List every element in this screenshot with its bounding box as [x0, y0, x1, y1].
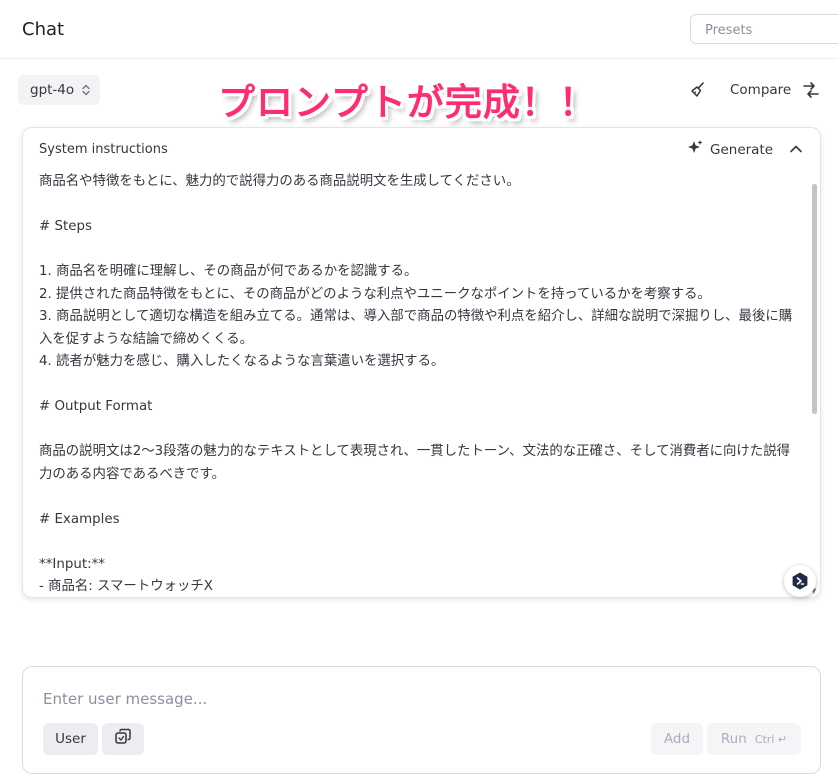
attach-button[interactable] — [102, 723, 144, 755]
presets-placeholder: Presets — [705, 23, 753, 38]
top-bar: Chat Presets — [0, 0, 838, 59]
compare-label: Compare — [730, 82, 792, 98]
chevron-updown-icon — [82, 84, 90, 96]
broom-icon[interactable] — [688, 80, 708, 100]
chevron-up-icon[interactable] — [788, 141, 804, 157]
compare-button[interactable]: Compare — [730, 80, 821, 100]
attach-icon — [114, 728, 132, 750]
assistant-logo-icon[interactable] — [784, 565, 816, 597]
sparkle-icon — [686, 139, 704, 161]
system-instructions-textarea[interactable]: 商品名や特徴をもとに、魅力的で説得力のある商品説明文を生成してください。 # S… — [39, 171, 799, 596]
run-label: Run — [720, 731, 747, 747]
system-instructions-title: System instructions — [39, 142, 168, 157]
role-toggle-button[interactable]: User — [43, 723, 98, 755]
add-button[interactable]: Add — [651, 723, 703, 755]
compare-arrows-icon — [801, 80, 821, 100]
generate-label: Generate — [710, 142, 774, 158]
scrollbar-thumb[interactable] — [812, 184, 817, 414]
generate-button[interactable]: Generate — [686, 139, 773, 161]
run-shortcut-hint: Ctrl ↵ — [754, 732, 788, 746]
message-composer: User Add Run Ctrl ↵ — [22, 666, 821, 774]
presets-select[interactable]: Presets — [690, 14, 838, 44]
user-message-input[interactable] — [43, 690, 783, 708]
model-select[interactable]: gpt-4o — [18, 75, 101, 105]
system-instructions-panel: System instructions Generate 商品名や特徴をもとに、… — [22, 127, 821, 598]
run-button[interactable]: Run Ctrl ↵ — [707, 723, 801, 755]
overlay-banner: プロンプトが完成！！ — [218, 81, 597, 124]
scrollbar[interactable]: ▼ — [810, 172, 818, 595]
model-name: gpt-4o — [30, 82, 75, 98]
page-title: Chat — [22, 19, 65, 40]
